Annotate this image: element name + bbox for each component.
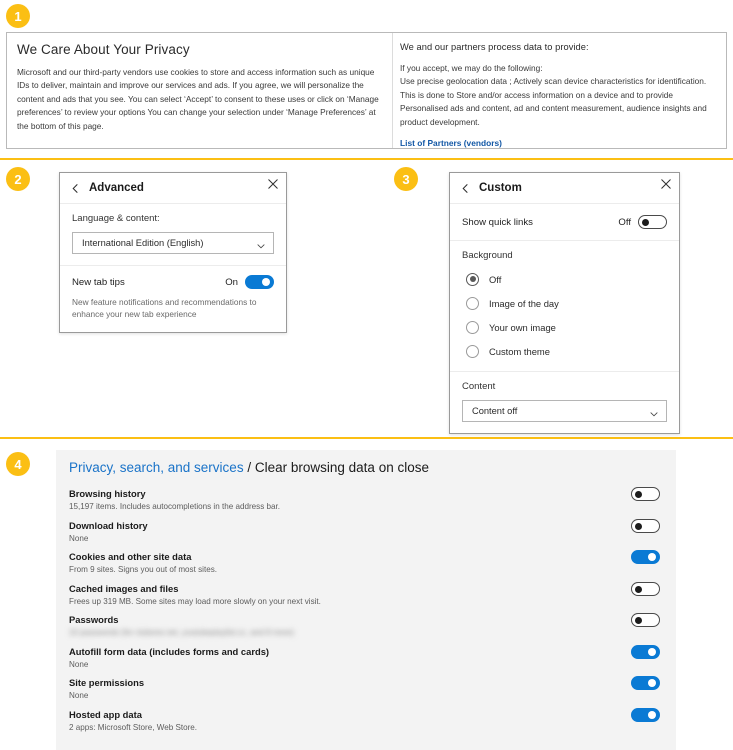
content-dropdown[interactable]: Content off [462, 400, 667, 422]
background-option-your-own-image[interactable]: Your own image [462, 315, 667, 339]
setting-subtitle: 15,197 items. Includes autocompletions i… [69, 502, 281, 512]
chevron-down-icon [649, 406, 659, 417]
privacy-consent-banner: We Care About Your Privacy Microsoft and… [6, 32, 727, 149]
chevron-left-icon[interactable] [70, 183, 81, 194]
setting-toggle[interactable] [631, 613, 660, 627]
setting-subtitle: 2 apps: Microsoft Store, Web Store. [69, 722, 198, 732]
setting-toggle[interactable] [631, 518, 660, 533]
language-content-label: Language & content: [72, 213, 160, 224]
new-tab-tips-toggle[interactable] [245, 275, 274, 289]
setting-subtitle: None [69, 691, 89, 701]
new-tab-tips-state: On [225, 276, 238, 288]
setting-row: Cached images and files Frees up 319 MB. … [69, 581, 660, 613]
new-tab-tips-description: New feature notifications and recommenda… [72, 297, 257, 320]
setting-title: Browsing history [69, 488, 146, 499]
close-icon[interactable] [267, 178, 279, 190]
advanced-flyout-header: Advanced [60, 173, 286, 204]
setting-title: Passwords [69, 614, 119, 625]
custom-settings-flyout: Custom Show quick links Off Background O… [449, 172, 680, 434]
new-tab-tips-section: New tab tips On New feature notification… [60, 265, 286, 332]
setting-toggle[interactable] [631, 644, 660, 659]
show-quick-links-toggle[interactable] [638, 215, 667, 229]
setting-row: Site permissions None [69, 675, 660, 707]
setting-row: Passwords 10 passwords (for clubone.net, … [69, 612, 660, 644]
background-option-off[interactable]: Off [462, 267, 667, 291]
setting-title: Cached images and files [69, 582, 179, 594]
setting-toggle[interactable] [631, 676, 660, 690]
step-badge-4: 4 [6, 452, 30, 476]
step-badge-3: 3 [394, 167, 418, 191]
content-section: Content Content off [450, 371, 679, 433]
consent-body-text: Microsoft and our third-party vendors us… [17, 67, 379, 131]
radio-icon [466, 272, 479, 286]
new-tab-tips-label: New tab tips [72, 276, 125, 288]
section-divider-2 [0, 437, 733, 439]
breadcrumb-separator: / [247, 460, 252, 475]
consent-partners-heading: We and our partners process data to prov… [400, 42, 589, 52]
background-option-image-of-the-day[interactable]: Image of the day [462, 291, 667, 315]
setting-title: Download history [69, 519, 148, 531]
chevron-down-icon [256, 238, 266, 249]
setting-title: Site permissions [69, 677, 145, 688]
custom-flyout-title: Custom [479, 182, 522, 194]
radio-icon [466, 344, 479, 358]
new-tab-tips-row: New tab tips On [72, 275, 274, 289]
consent-partners-body: If you accept, we may do the following: … [400, 63, 707, 127]
setting-row: Autofill form data (includes forms and c… [69, 644, 660, 676]
custom-flyout-header: Custom [450, 173, 679, 204]
show-quick-links-row: Show quick links Off [462, 215, 667, 229]
page-title: Clear browsing data on close [254, 460, 429, 475]
radio-icon [466, 320, 479, 334]
screenshot-root: 1 2 3 4 We Care About Your Privacy Micro… [0, 0, 733, 750]
show-quick-links-state: Off [618, 216, 631, 228]
setting-toggle[interactable] [631, 550, 660, 564]
advanced-settings-flyout: Advanced Language & content: Internation… [59, 172, 287, 333]
setting-title: Hosted app data [69, 708, 142, 720]
breadcrumb: Privacy, search, and services / Clear br… [69, 460, 660, 475]
setting-subtitle: Frees up 319 MB. Some sites may load mor… [69, 596, 321, 606]
setting-title: Autofill form data (includes forms and c… [69, 645, 270, 657]
background-label: Background [462, 250, 513, 261]
setting-row: Download history None [69, 518, 660, 550]
setting-toggle[interactable] [631, 707, 660, 722]
step-badge-1: 1 [6, 4, 30, 28]
chevron-left-icon[interactable] [460, 183, 471, 194]
close-icon[interactable] [660, 178, 672, 190]
setting-title: Cookies and other site data [69, 551, 192, 562]
clear-browsing-data-panel: Privacy, search, and services / Clear br… [56, 450, 676, 750]
language-content-section: Language & content: International Editio… [60, 204, 286, 265]
setting-subtitle: None [69, 659, 89, 669]
language-edition-value: International Edition (English) [82, 238, 204, 248]
background-option-label: Off [489, 273, 502, 285]
section-divider-1 [0, 158, 733, 160]
setting-toggle[interactable] [631, 581, 660, 596]
consent-heading: We Care About Your Privacy [17, 42, 190, 57]
step-badge-2: 2 [6, 167, 30, 191]
show-quick-links-label: Show quick links [462, 216, 533, 228]
background-option-label: Your own image [489, 321, 556, 333]
setting-subtitle: 10 passwords (for clubone.net, youtubepl… [69, 628, 294, 638]
setting-toggle[interactable] [631, 487, 660, 501]
setting-row: Hosted app data 2 apps: Microsoft Store, … [69, 707, 660, 739]
show-quick-links-section: Show quick links Off [450, 204, 679, 240]
settings-list: Browsing history 15,197 items. Includes a… [69, 486, 660, 738]
background-option-custom-theme[interactable]: Custom theme [462, 339, 667, 363]
background-option-label: Image of the day [489, 297, 559, 309]
language-edition-dropdown[interactable]: International Edition (English) [72, 232, 274, 254]
consent-right-column: We and our partners process data to prov… [392, 33, 726, 148]
list-of-partners-link[interactable]: List of Partners (vendors) [400, 138, 502, 148]
content-label: Content [462, 381, 496, 392]
setting-subtitle: None [69, 533, 89, 543]
consent-left-column: We Care About Your Privacy Microsoft and… [7, 33, 392, 148]
setting-row: Browsing history 15,197 items. Includes a… [69, 486, 660, 518]
advanced-flyout-title: Advanced [89, 182, 144, 194]
setting-subtitle: From 9 sites. Signs you out of most site… [69, 565, 217, 575]
background-section: Background Off Image of the day Your own… [450, 240, 679, 371]
content-dropdown-value: Content off [472, 406, 518, 416]
radio-icon [466, 296, 479, 310]
setting-row: Cookies and other site data From 9 sites.… [69, 549, 660, 581]
background-option-label: Custom theme [489, 345, 550, 357]
breadcrumb-privacy-link[interactable]: Privacy, search, and services [69, 460, 244, 475]
